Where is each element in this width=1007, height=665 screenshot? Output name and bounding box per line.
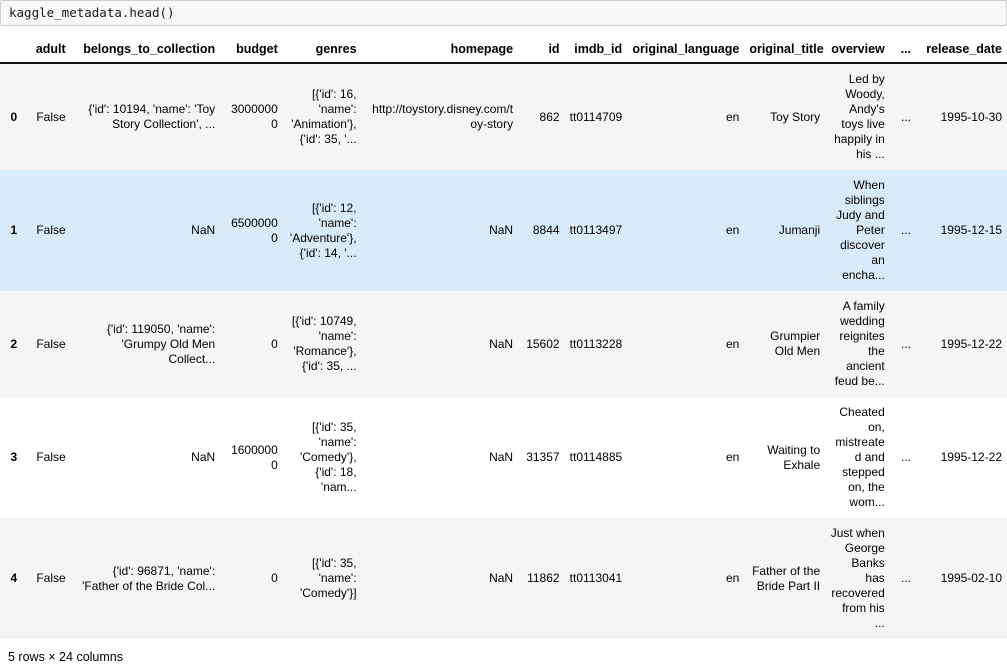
cell-release-date: 1995-12-15 <box>940 223 1002 237</box>
cell-original-language: en <box>725 223 740 237</box>
cell-ellipsis: ... <box>901 223 912 237</box>
cell-original-title: Jumanji <box>778 223 821 237</box>
cell-budget: 30000000 <box>231 102 278 131</box>
cell-budget: 16000000 <box>231 442 278 472</box>
cell-adult: False <box>36 450 66 464</box>
cell-ellipsis: ... <box>901 109 912 124</box>
cell-adult: False <box>36 571 66 585</box>
row-index-label: 3 <box>10 450 18 464</box>
cell-id: 8844 <box>532 223 560 237</box>
column-header-release-date: release_date <box>916 26 1007 64</box>
column-header-original-language: original_language <box>627 26 745 64</box>
column-header-original-title: original_title <box>744 26 826 64</box>
cell-imdb-id: tt0114885 <box>569 450 623 464</box>
cell-genres: [{'id': 35, 'name': 'Comedy'}, {'id': 18… <box>299 420 357 494</box>
cell-genres: [{'id': 10749, 'name': 'Romance'}, {'id'… <box>291 314 357 373</box>
cell-original-language: en <box>725 450 740 464</box>
column-header-index <box>0 26 23 64</box>
dataframe-shape-note: 5 rows × 24 columns <box>8 650 123 664</box>
column-header-ellipsis: ... <box>889 26 917 64</box>
cell-id: 862 <box>539 109 560 124</box>
cell-genres: [{'id': 16, 'name': 'Animation'}, {'id':… <box>291 87 357 146</box>
cell-homepage: NaN <box>489 450 514 464</box>
table-row[interactable]: 0 False {'id': 10194, 'name': 'Toy Story… <box>0 63 1007 170</box>
cell-homepage: http://toystory.disney.com/toy-story <box>372 102 514 131</box>
column-header-budget: budget <box>220 26 283 64</box>
cell-id: 11862 <box>527 571 560 585</box>
code-source-text[interactable]: kaggle_metadata.head() <box>9 5 175 21</box>
cell-overview: Just when George Banks has recovered fro… <box>830 526 885 630</box>
cell-overview: When siblings Judy and Peter discover an… <box>836 178 885 282</box>
cell-imdb-id: tt0113497 <box>569 223 623 237</box>
table-row[interactable]: 1 False NaN 65000000 [{'id': 12, 'name':… <box>0 170 1007 291</box>
cell-overview: Cheated on, mistreated and stepped on, t… <box>835 405 885 509</box>
column-header-adult: adult <box>22 26 71 64</box>
column-header-id: id <box>518 26 565 64</box>
cell-adult: False <box>36 109 66 124</box>
cell-adult: False <box>36 223 66 237</box>
column-header-overview: overview <box>825 26 890 64</box>
table-header-row: adult belongs_to_collection budget genre… <box>0 26 1007 64</box>
cell-belongs-to-collection: {'id': 96871, 'name': 'Father of the Bri… <box>82 563 216 593</box>
dataframe-table: adult belongs_to_collection budget genre… <box>0 26 1007 639</box>
column-header-homepage: homepage <box>361 26 519 64</box>
cell-ellipsis: ... <box>901 336 912 351</box>
cell-id: 15602 <box>526 336 560 351</box>
column-header-belongs-to-collection: belongs_to_collection <box>70 26 221 64</box>
cell-original-title: Waiting to Exhale <box>767 442 821 472</box>
cell-release-date: 1995-02-10 <box>940 571 1002 585</box>
cell-homepage: NaN <box>489 571 514 585</box>
row-index-label: 2 <box>10 336 18 351</box>
cell-id: 31357 <box>526 450 560 464</box>
cell-imdb-id: tt0113228 <box>569 336 623 351</box>
table-body: 0 False {'id': 10194, 'name': 'Toy Story… <box>0 63 1007 639</box>
cell-belongs-to-collection: {'id': 10194, 'name': 'Toy Story Collect… <box>88 102 216 131</box>
cell-adult: False <box>36 336 66 351</box>
table-header: adult belongs_to_collection budget genre… <box>0 26 1007 64</box>
cell-imdb-id: tt0114709 <box>569 109 623 124</box>
cell-original-title: Grumpier Old Men <box>770 329 821 358</box>
row-index-label: 4 <box>10 571 18 585</box>
cell-belongs-to-collection: {'id': 119050, 'name': 'Grumpy Old Men C… <box>106 321 216 366</box>
cell-belongs-to-collection: NaN <box>191 450 216 464</box>
row-index-label: 1 <box>10 223 18 237</box>
cell-budget: 65000000 <box>231 215 278 245</box>
cell-release-date: 1995-10-30 <box>940 109 1002 124</box>
table-row[interactable]: 2 False {'id': 119050, 'name': 'Grumpy O… <box>0 291 1007 397</box>
cell-release-date: 1995-12-22 <box>940 450 1002 464</box>
column-header-imdb-id: imdb_id <box>564 26 628 64</box>
table-row[interactable]: 4 False {'id': 96871, 'name': 'Father of… <box>0 518 1007 639</box>
row-index-label: 0 <box>10 109 18 124</box>
cell-overview: A family wedding reignites the ancient f… <box>834 299 885 388</box>
cell-original-language: en <box>725 336 740 351</box>
cell-imdb-id: tt0113041 <box>569 571 623 585</box>
cell-ellipsis: ... <box>901 571 912 585</box>
dataframe-output: adult belongs_to_collection budget genre… <box>0 26 1007 665</box>
column-header-genres: genres <box>282 26 362 64</box>
cell-original-language: en <box>725 571 740 585</box>
cell-budget: 0 <box>271 336 278 351</box>
cell-homepage: NaN <box>489 336 514 351</box>
cell-budget: 0 <box>271 571 278 585</box>
cell-release-date: 1995-12-22 <box>940 336 1002 351</box>
cell-belongs-to-collection: NaN <box>191 223 216 237</box>
cell-ellipsis: ... <box>901 450 912 464</box>
table-row[interactable]: 3 False NaN 16000000 [{'id': 35, 'name':… <box>0 397 1007 518</box>
cell-original-title: Father of the Bride Part II <box>752 563 821 593</box>
cell-original-language: en <box>725 109 740 124</box>
code-input-cell[interactable]: kaggle_metadata.head() <box>0 0 1007 26</box>
cell-genres: [{'id': 35, 'name': 'Comedy'}] <box>299 556 357 600</box>
cell-genres: [{'id': 12, 'name': 'Adventure'}, {'id':… <box>289 200 357 260</box>
cell-overview: Led by Woody, Andy's toys live happily i… <box>834 72 885 161</box>
cell-homepage: NaN <box>489 223 514 237</box>
cell-original-title: Toy Story <box>770 109 821 124</box>
